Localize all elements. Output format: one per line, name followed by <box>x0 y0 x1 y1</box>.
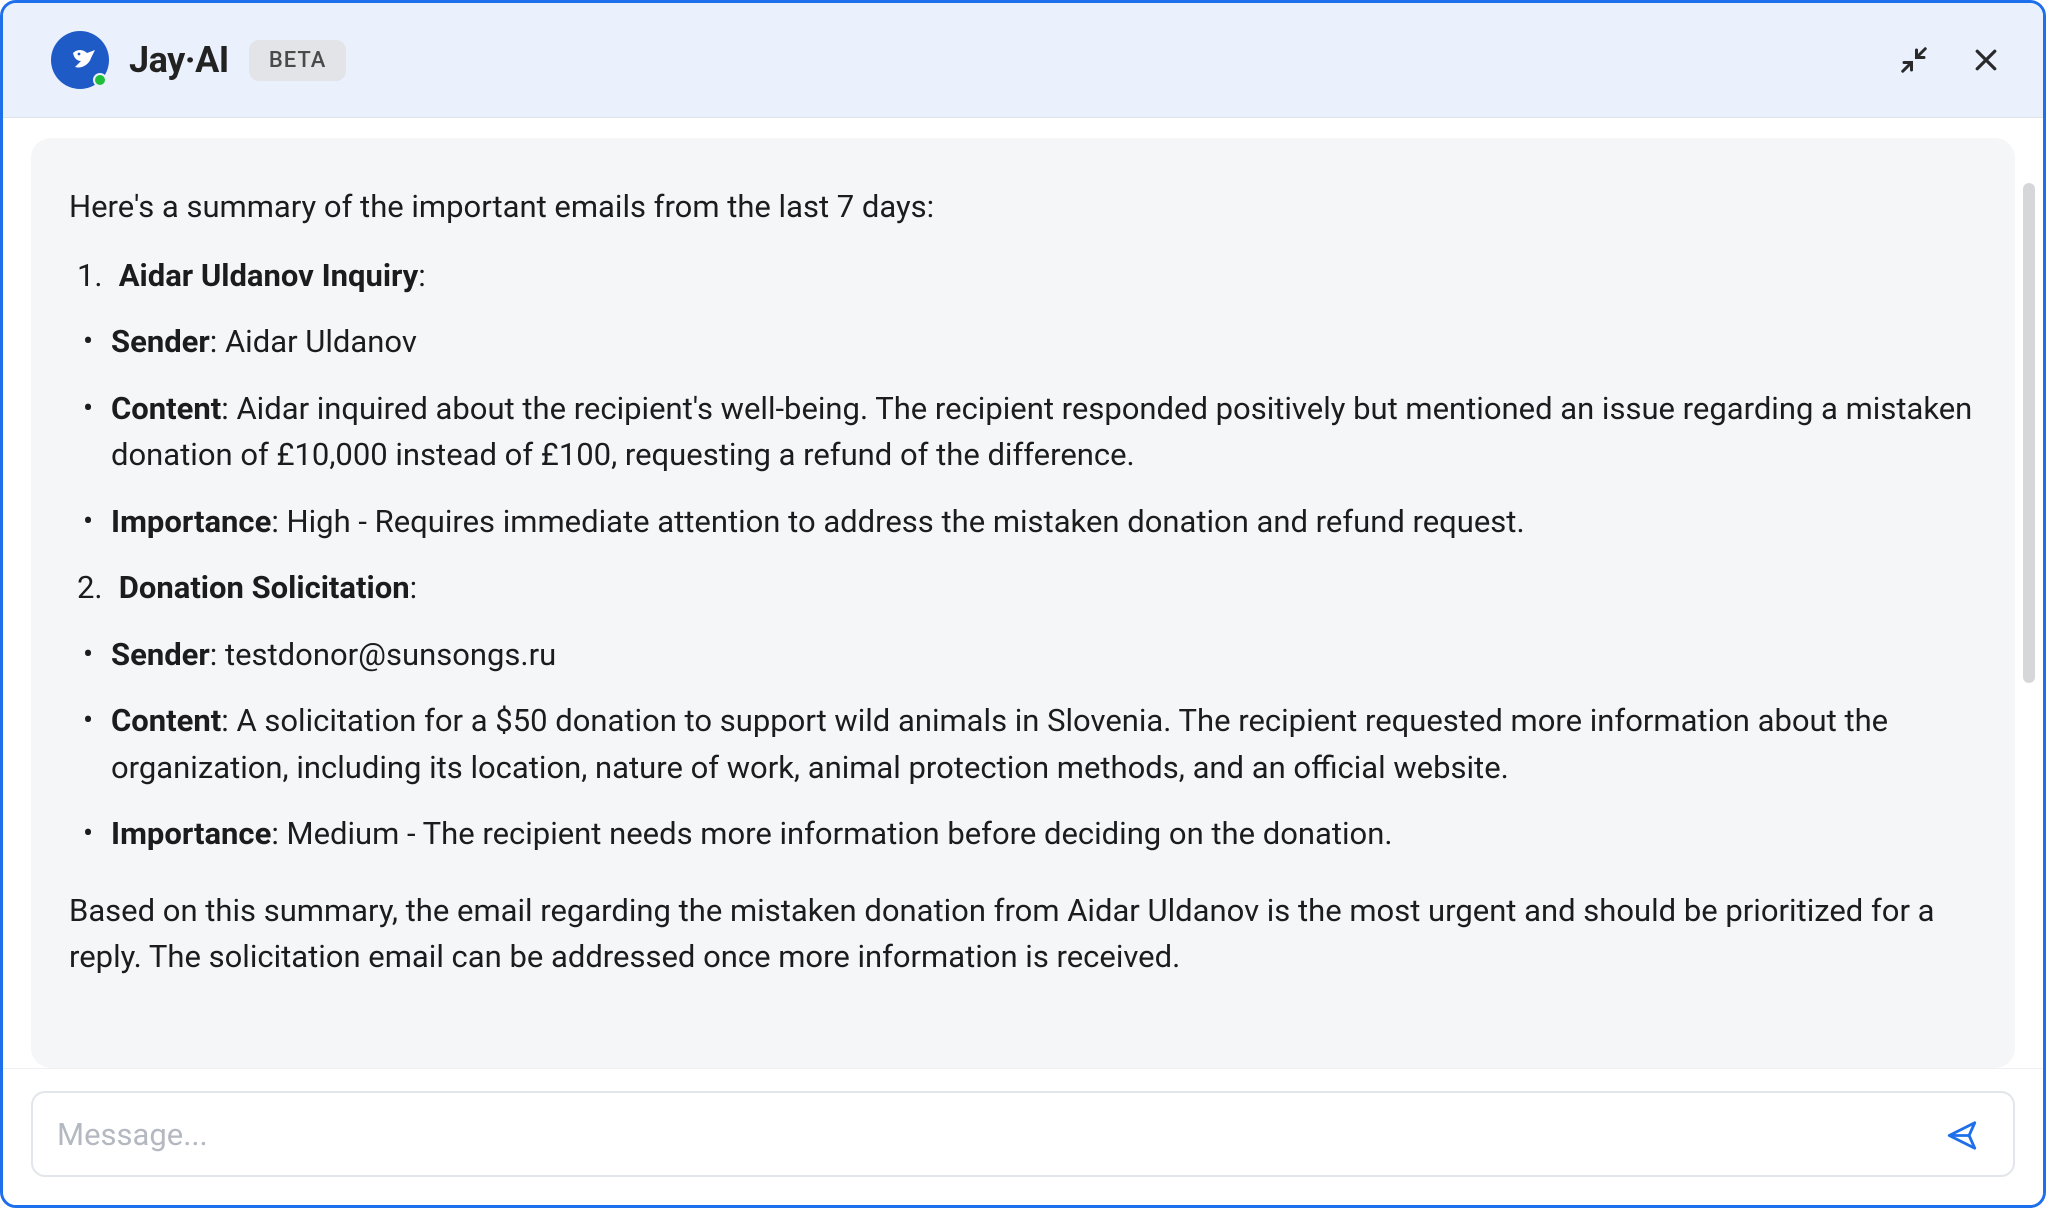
header-right <box>1893 39 2007 81</box>
close-button[interactable] <box>1965 39 2007 81</box>
item1-content: Content: Aidar inquired about the recipi… <box>111 386 1977 479</box>
ai-response-card: Here's a summary of the important emails… <box>31 138 2015 1068</box>
message-input[interactable] <box>31 1091 2015 1177</box>
item2-importance: Importance: Medium - The recipient needs… <box>111 811 1977 858</box>
input-area <box>3 1068 2043 1205</box>
header-left: Jay·AI BETA <box>51 31 346 89</box>
app-frame: Jay·AI BETA Here's a summary of the impo… <box>0 0 2046 1208</box>
summary-item-2-title: Donation Solicitation: <box>111 565 1977 612</box>
send-icon <box>1945 1119 1979 1153</box>
summary-conclusion: Based on this summary, the email regardi… <box>69 888 1977 981</box>
item2-sender: Sender: testdonor@sunsongs.ru <box>111 632 1977 679</box>
summary-list: Aidar Uldanov Inquiry: <box>111 253 1977 300</box>
bird-icon-svg <box>69 45 99 75</box>
collapse-icon <box>1899 45 1929 75</box>
minimize-button[interactable] <box>1893 39 1935 81</box>
chat-body: Here's a summary of the important emails… <box>3 118 2043 1068</box>
header-bar: Jay·AI BETA <box>3 3 2043 118</box>
summary-item-2-details: Sender: testdonor@sunsongs.ru Content: A… <box>111 632 1977 858</box>
item1-sender: Sender: Aidar Uldanov <box>111 319 1977 366</box>
app-title: Jay·AI <box>129 39 229 81</box>
item1-importance: Importance: High - Requires immediate at… <box>111 499 1977 546</box>
close-icon <box>1971 45 2001 75</box>
item2-content: Content: A solicitation for a $50 donati… <box>111 698 1977 791</box>
beta-badge: BETA <box>249 40 347 81</box>
app-logo <box>51 31 109 89</box>
summary-list-2: Donation Solicitation: <box>111 565 1977 612</box>
status-online-dot <box>93 73 107 87</box>
send-button[interactable] <box>1937 1111 1987 1164</box>
summary-intro: Here's a summary of the important emails… <box>69 184 1977 231</box>
summary-item-1-details: Sender: Aidar Uldanov Content: Aidar inq… <box>111 319 1977 545</box>
scrollbar-thumb[interactable] <box>2023 183 2035 683</box>
summary-item-1-title: Aidar Uldanov Inquiry: <box>111 253 1977 300</box>
